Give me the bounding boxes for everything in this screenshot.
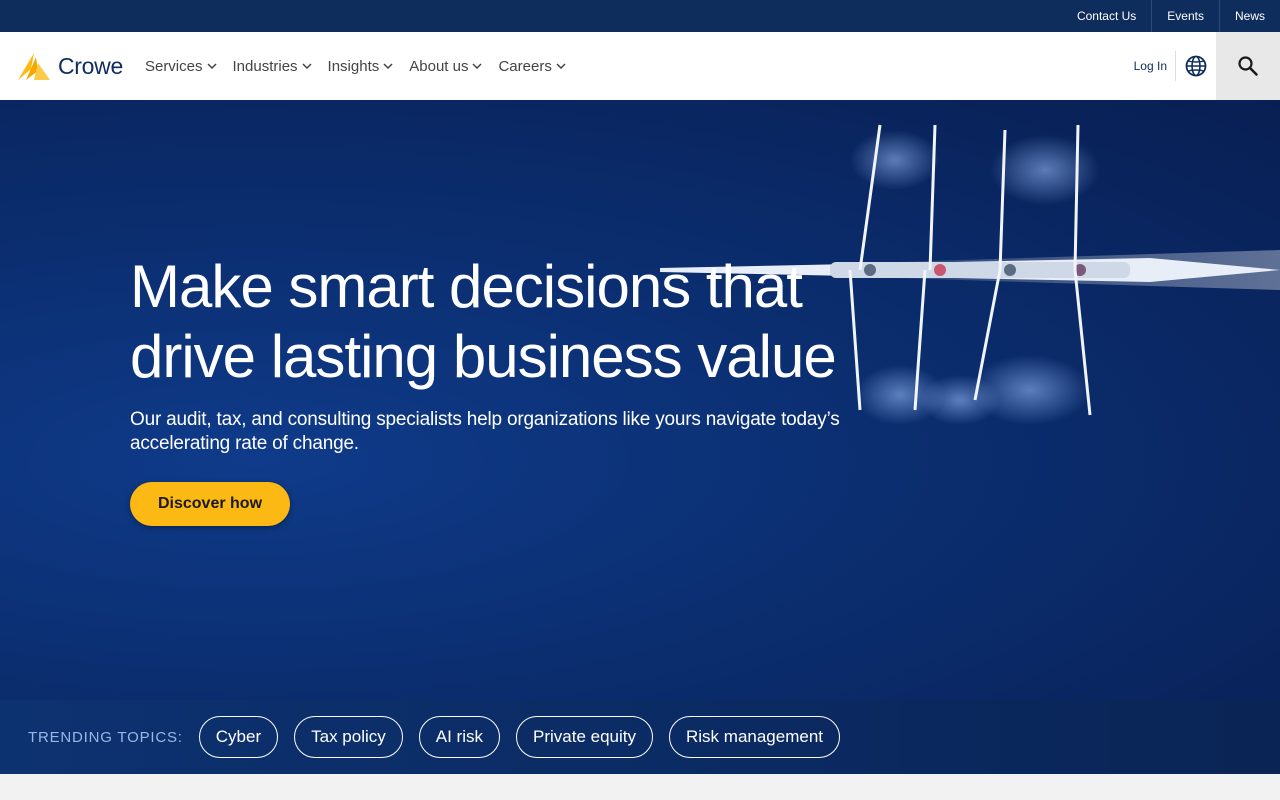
nav-item-about-us[interactable]: About us <box>401 32 490 100</box>
chevron-down-icon <box>206 63 217 69</box>
nav-item-label: Careers <box>498 57 552 75</box>
topic-pill-ai-risk[interactable]: AI risk <box>418 716 500 758</box>
main-nav: Crowe Services Industries Insights About… <box>0 32 1280 100</box>
topic-pill-tax-policy[interactable]: Tax policy <box>294 716 403 758</box>
language-button[interactable] <box>1176 32 1216 100</box>
login-link[interactable]: Log In <box>1126 59 1175 73</box>
nav-item-insights[interactable]: Insights <box>320 32 402 100</box>
nav-item-services[interactable]: Services <box>137 32 225 100</box>
hero-title: Make smart decisions that drive lasting … <box>130 253 837 390</box>
crowe-logo-icon <box>18 53 50 80</box>
primary-nav: Services Industries Insights About us Ca… <box>137 32 574 100</box>
logo[interactable]: Crowe <box>16 51 123 81</box>
topic-pill-cyber[interactable]: Cyber <box>198 716 279 758</box>
nav-item-careers[interactable]: Careers <box>490 32 573 100</box>
nav-item-label: About us <box>409 57 469 75</box>
chevron-down-icon <box>472 63 482 69</box>
utility-bar: Contact Us Events News <box>0 0 1280 32</box>
hero-banner: Make smart decisions that drive lasting … <box>0 100 1280 700</box>
nav-item-label: Industries <box>232 57 298 75</box>
chevron-down-icon <box>302 63 312 69</box>
nav-item-label: Insights <box>327 57 380 75</box>
search-icon <box>1238 56 1258 76</box>
utility-link-contact-us[interactable]: Contact Us <box>1062 0 1151 32</box>
discover-how-button[interactable]: Discover how <box>130 482 290 526</box>
trending-topics-bar: TRENDING TOPICS: Cyber Tax policy AI ris… <box>0 700 1280 774</box>
trending-topics-label: TRENDING TOPICS: <box>28 728 183 746</box>
hero-rowing-image <box>640 124 1280 425</box>
hero-subtitle: Our audit, tax, and consulting specialis… <box>130 409 840 454</box>
topic-pill-risk-management[interactable]: Risk management <box>669 716 841 758</box>
chevron-down-icon <box>383 63 393 69</box>
nav-item-label: Services <box>144 57 203 75</box>
nav-actions: Log In <box>1126 32 1280 100</box>
logo-text: Crowe <box>58 52 123 79</box>
chevron-down-icon <box>556 63 566 69</box>
utility-link-news[interactable]: News <box>1218 0 1280 32</box>
globe-icon <box>1185 55 1207 77</box>
utility-link-events[interactable]: Events <box>1151 0 1219 32</box>
search-button[interactable] <box>1216 32 1280 100</box>
topic-pill-private-equity[interactable]: Private equity <box>516 716 653 758</box>
nav-item-industries[interactable]: Industries <box>225 32 320 100</box>
